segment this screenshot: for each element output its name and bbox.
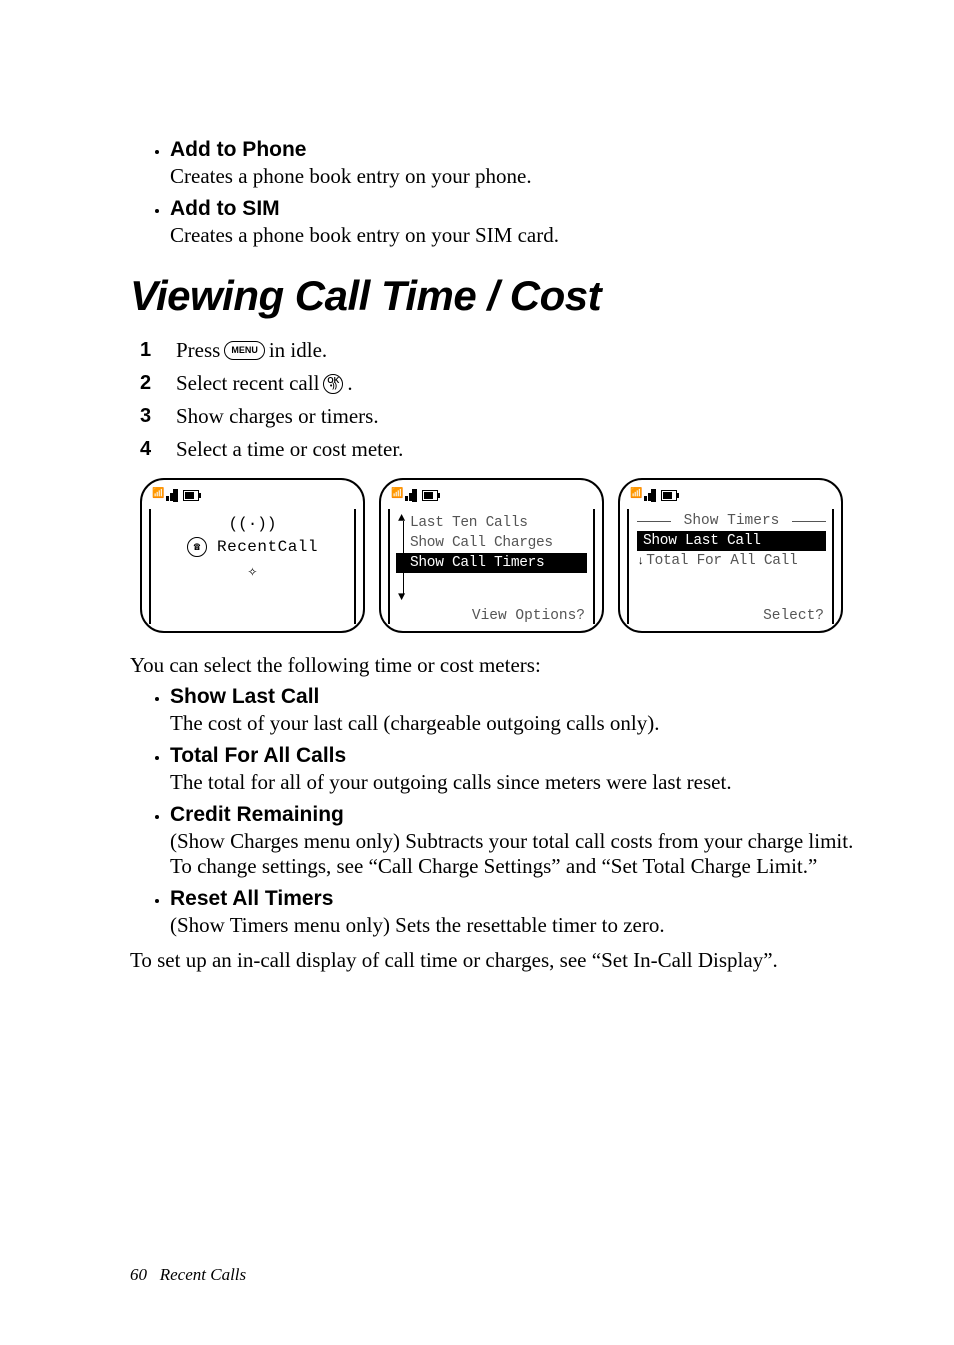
phone-screen-3: 📶 Show Timers Show Last Call ↓ Total For… <box>618 478 843 633</box>
step-text: Show charges or timers. <box>176 404 379 429</box>
phone-illustration-row: 📶 ((·)) ☎ RecentCall ✧ 📶 <box>130 478 854 633</box>
step-number: 3 <box>140 405 154 428</box>
menu-item: Last Ten Calls <box>396 513 587 533</box>
step-item: 4 Select a time or cost meter. <box>140 437 854 462</box>
menu-item: Total For All Call <box>646 551 797 571</box>
signal-bars-icon <box>644 490 655 501</box>
phone1-body: ((·)) ☎ RecentCall ✧ <box>157 509 348 624</box>
step-number: 4 <box>140 438 154 461</box>
phonebook-icon: ☎ <box>187 537 207 557</box>
page-number: 60 <box>130 1265 147 1284</box>
battery-icon <box>661 490 677 501</box>
signal-icon: 📶 <box>630 490 642 500</box>
footer-section-name: Recent Calls <box>160 1265 246 1284</box>
menu-prompt: Select? <box>637 608 826 624</box>
menu-key-icon: MENU <box>224 341 265 360</box>
recent-call-label: RecentCall <box>217 538 318 556</box>
bullet-title: Total For All Calls <box>170 744 854 768</box>
down-arrow-icon: ↓ <box>637 554 644 568</box>
signal-bars-icon <box>166 490 177 501</box>
bullet-title: Add to SIM <box>170 197 854 221</box>
bullet-title: Reset All Timers <box>170 887 854 911</box>
messages-icon: ✧ <box>248 561 258 581</box>
bullet-desc: Creates a phone book entry on your phone… <box>170 164 854 189</box>
list-item: Add to Phone Creates a phone book entry … <box>170 138 854 189</box>
status-bar: 📶 <box>152 487 353 503</box>
list-item: Show Last Call The cost of your last cal… <box>170 685 854 736</box>
bullet-desc: Creates a phone book entry on your SIM c… <box>170 223 854 248</box>
menu-prompt: View Options? <box>396 608 587 624</box>
page-footer: 60 Recent Calls <box>130 1265 246 1285</box>
bullet-desc: The cost of your last call (chargeable o… <box>170 711 854 736</box>
bullet-title: Show Last Call <box>170 685 854 709</box>
phone-screen-1: 📶 ((·)) ☎ RecentCall ✧ <box>140 478 365 633</box>
phone2-menu: ▲ ▼ Last Ten Calls Show Call Charges Sho… <box>396 509 587 624</box>
step-text: Select recent call OK •)) . <box>176 371 353 396</box>
list-item: Total For All Calls The total for all of… <box>170 744 854 795</box>
meters-intro: You can select the following time or cos… <box>130 651 854 679</box>
bullet-title: Credit Remaining <box>170 803 854 827</box>
step-number: 1 <box>140 339 154 362</box>
phone3-menu: Show Timers Show Last Call ↓ Total For A… <box>635 509 826 624</box>
radio-icon: ((·)) <box>228 515 276 533</box>
list-item: Add to SIM Creates a phone book entry on… <box>170 197 854 248</box>
closing-paragraph: To set up an in-call display of call tim… <box>130 946 854 974</box>
battery-icon <box>183 490 199 501</box>
bullet-desc: (Show Timers menu only) Sets the resetta… <box>170 913 854 938</box>
menu-item: Show Call Charges <box>396 533 587 553</box>
battery-icon <box>422 490 438 501</box>
bullet-title: Add to Phone <box>170 138 854 162</box>
signal-icon: 📶 <box>391 490 403 500</box>
step-item: 1 Press MENU in idle. <box>140 338 854 363</box>
top-bullet-list: Add to Phone Creates a phone book entry … <box>130 138 854 248</box>
step-item: 2 Select recent call OK •)) . <box>140 371 854 396</box>
step-text: Press MENU in idle. <box>176 338 327 363</box>
numbered-steps: 1 Press MENU in idle. 2 Select recent ca… <box>130 338 854 462</box>
signal-icon: 📶 <box>152 490 164 500</box>
list-item: Credit Remaining (Show Charges menu only… <box>170 803 854 879</box>
page: Add to Phone Creates a phone book entry … <box>0 0 954 1345</box>
step-text: Select a time or cost meter. <box>176 437 403 462</box>
menu-item-selected: Show Last Call <box>637 531 826 551</box>
phone-screen-2: 📶 ▲ ▼ Last Ten Calls Show Call Charges S… <box>379 478 604 633</box>
status-bar: 📶 <box>391 487 592 503</box>
menu-item-selected: Show Call Timers <box>396 553 587 573</box>
list-item: Reset All Timers (Show Timers menu only)… <box>170 887 854 938</box>
section-heading: Viewing Call Time / Cost <box>130 272 854 320</box>
bullet-desc: (Show Charges menu only) Subtracts your … <box>170 829 854 879</box>
ok-key-icon: OK •)) <box>323 374 343 394</box>
bullet-desc: The total for all of your outgoing calls… <box>170 770 854 795</box>
status-bar: 📶 <box>630 487 831 503</box>
menu-header: Show Timers <box>637 513 826 529</box>
step-number: 2 <box>140 372 154 395</box>
scroll-arrows-icon: ▲ ▼ <box>398 511 405 604</box>
meters-list: Show Last Call The cost of your last cal… <box>130 685 854 938</box>
step-item: 3 Show charges or timers. <box>140 404 854 429</box>
signal-bars-icon <box>405 490 416 501</box>
